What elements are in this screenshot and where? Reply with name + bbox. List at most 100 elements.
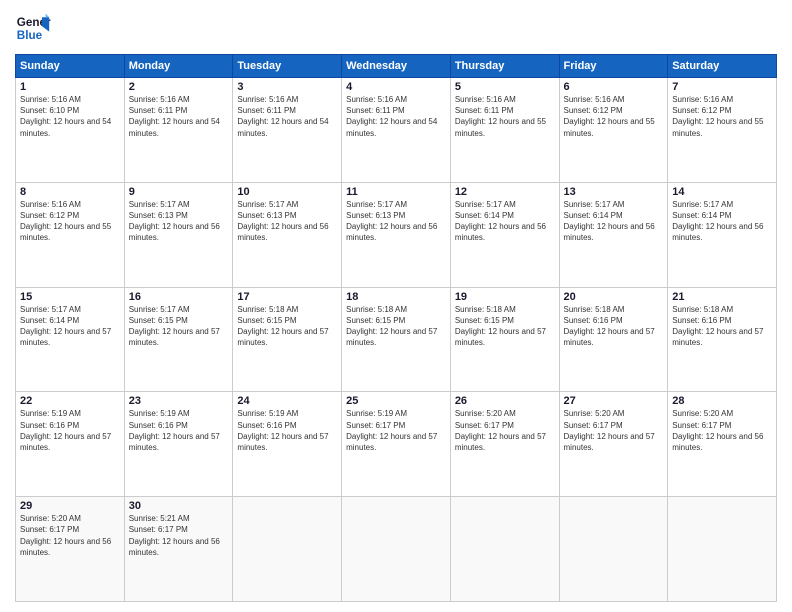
day-number: 1	[20, 81, 120, 93]
day-number: 11	[346, 186, 446, 198]
calendar-body: 1 Sunrise: 5:16 AMSunset: 6:10 PMDayligh…	[16, 78, 777, 602]
calendar-day-cell: 30 Sunrise: 5:21 AMSunset: 6:17 PMDaylig…	[124, 497, 233, 602]
calendar-week-row: 8 Sunrise: 5:16 AMSunset: 6:12 PMDayligh…	[16, 182, 777, 287]
calendar-day-cell: 24 Sunrise: 5:19 AMSunset: 6:16 PMDaylig…	[233, 392, 342, 497]
day-number: 22	[20, 395, 120, 407]
day-number: 25	[346, 395, 446, 407]
day-number: 30	[129, 500, 229, 512]
day-info: Sunrise: 5:17 AMSunset: 6:14 PMDaylight:…	[455, 200, 546, 243]
calendar-day-cell: 19 Sunrise: 5:18 AMSunset: 6:15 PMDaylig…	[450, 287, 559, 392]
calendar-day-cell	[450, 497, 559, 602]
weekday-header-cell: Sunday	[16, 55, 125, 78]
day-number: 15	[20, 291, 120, 303]
weekday-header-cell: Monday	[124, 55, 233, 78]
day-number: 21	[672, 291, 772, 303]
calendar-page: General Blue SundayMondayTuesdayWednesda…	[0, 0, 792, 612]
calendar-day-cell: 6 Sunrise: 5:16 AMSunset: 6:12 PMDayligh…	[559, 78, 668, 183]
calendar-day-cell: 16 Sunrise: 5:17 AMSunset: 6:15 PMDaylig…	[124, 287, 233, 392]
day-number: 3	[237, 81, 337, 93]
weekday-header-cell: Wednesday	[342, 55, 451, 78]
day-number: 14	[672, 186, 772, 198]
day-number: 5	[455, 81, 555, 93]
calendar-day-cell: 25 Sunrise: 5:19 AMSunset: 6:17 PMDaylig…	[342, 392, 451, 497]
day-info: Sunrise: 5:19 AMSunset: 6:17 PMDaylight:…	[346, 409, 437, 452]
calendar-day-cell: 14 Sunrise: 5:17 AMSunset: 6:14 PMDaylig…	[668, 182, 777, 287]
day-info: Sunrise: 5:16 AMSunset: 6:12 PMDaylight:…	[20, 200, 111, 243]
day-info: Sunrise: 5:16 AMSunset: 6:11 PMDaylight:…	[237, 95, 328, 138]
calendar-day-cell: 21 Sunrise: 5:18 AMSunset: 6:16 PMDaylig…	[668, 287, 777, 392]
day-number: 10	[237, 186, 337, 198]
calendar-day-cell	[233, 497, 342, 602]
calendar-week-row: 1 Sunrise: 5:16 AMSunset: 6:10 PMDayligh…	[16, 78, 777, 183]
calendar-day-cell: 29 Sunrise: 5:20 AMSunset: 6:17 PMDaylig…	[16, 497, 125, 602]
day-info: Sunrise: 5:18 AMSunset: 6:16 PMDaylight:…	[672, 305, 763, 348]
calendar-day-cell: 17 Sunrise: 5:18 AMSunset: 6:15 PMDaylig…	[233, 287, 342, 392]
weekday-header-cell: Friday	[559, 55, 668, 78]
day-number: 4	[346, 81, 446, 93]
day-number: 13	[564, 186, 664, 198]
logo: General Blue	[15, 10, 51, 46]
day-info: Sunrise: 5:16 AMSunset: 6:11 PMDaylight:…	[455, 95, 546, 138]
calendar-day-cell: 1 Sunrise: 5:16 AMSunset: 6:10 PMDayligh…	[16, 78, 125, 183]
day-number: 2	[129, 81, 229, 93]
day-number: 8	[20, 186, 120, 198]
day-info: Sunrise: 5:20 AMSunset: 6:17 PMDaylight:…	[455, 409, 546, 452]
day-info: Sunrise: 5:17 AMSunset: 6:13 PMDaylight:…	[129, 200, 220, 243]
day-info: Sunrise: 5:17 AMSunset: 6:15 PMDaylight:…	[129, 305, 220, 348]
day-number: 9	[129, 186, 229, 198]
calendar-day-cell: 2 Sunrise: 5:16 AMSunset: 6:11 PMDayligh…	[124, 78, 233, 183]
day-info: Sunrise: 5:16 AMSunset: 6:11 PMDaylight:…	[346, 95, 437, 138]
calendar-day-cell	[559, 497, 668, 602]
calendar-day-cell: 10 Sunrise: 5:17 AMSunset: 6:13 PMDaylig…	[233, 182, 342, 287]
day-info: Sunrise: 5:17 AMSunset: 6:14 PMDaylight:…	[564, 200, 655, 243]
calendar-day-cell: 7 Sunrise: 5:16 AMSunset: 6:12 PMDayligh…	[668, 78, 777, 183]
calendar-day-cell: 5 Sunrise: 5:16 AMSunset: 6:11 PMDayligh…	[450, 78, 559, 183]
calendar-day-cell: 12 Sunrise: 5:17 AMSunset: 6:14 PMDaylig…	[450, 182, 559, 287]
weekday-header-cell: Tuesday	[233, 55, 342, 78]
calendar-day-cell: 15 Sunrise: 5:17 AMSunset: 6:14 PMDaylig…	[16, 287, 125, 392]
calendar-day-cell: 18 Sunrise: 5:18 AMSunset: 6:15 PMDaylig…	[342, 287, 451, 392]
calendar-day-cell	[342, 497, 451, 602]
weekday-header-row: SundayMondayTuesdayWednesdayThursdayFrid…	[16, 55, 777, 78]
day-number: 26	[455, 395, 555, 407]
day-info: Sunrise: 5:16 AMSunset: 6:11 PMDaylight:…	[129, 95, 220, 138]
day-info: Sunrise: 5:18 AMSunset: 6:15 PMDaylight:…	[455, 305, 546, 348]
calendar-day-cell: 22 Sunrise: 5:19 AMSunset: 6:16 PMDaylig…	[16, 392, 125, 497]
logo-icon: General Blue	[15, 10, 51, 46]
day-info: Sunrise: 5:19 AMSunset: 6:16 PMDaylight:…	[237, 409, 328, 452]
calendar-day-cell: 11 Sunrise: 5:17 AMSunset: 6:13 PMDaylig…	[342, 182, 451, 287]
day-number: 23	[129, 395, 229, 407]
calendar-day-cell: 3 Sunrise: 5:16 AMSunset: 6:11 PMDayligh…	[233, 78, 342, 183]
weekday-header-cell: Thursday	[450, 55, 559, 78]
day-number: 7	[672, 81, 772, 93]
day-number: 24	[237, 395, 337, 407]
day-info: Sunrise: 5:17 AMSunset: 6:14 PMDaylight:…	[20, 305, 111, 348]
calendar-day-cell: 27 Sunrise: 5:20 AMSunset: 6:17 PMDaylig…	[559, 392, 668, 497]
weekday-header-cell: Saturday	[668, 55, 777, 78]
day-number: 16	[129, 291, 229, 303]
day-number: 12	[455, 186, 555, 198]
day-info: Sunrise: 5:18 AMSunset: 6:15 PMDaylight:…	[346, 305, 437, 348]
day-number: 17	[237, 291, 337, 303]
day-info: Sunrise: 5:16 AMSunset: 6:10 PMDaylight:…	[20, 95, 111, 138]
header: General Blue	[15, 10, 777, 46]
day-number: 27	[564, 395, 664, 407]
day-info: Sunrise: 5:17 AMSunset: 6:13 PMDaylight:…	[346, 200, 437, 243]
day-number: 19	[455, 291, 555, 303]
day-number: 18	[346, 291, 446, 303]
day-info: Sunrise: 5:18 AMSunset: 6:16 PMDaylight:…	[564, 305, 655, 348]
day-info: Sunrise: 5:17 AMSunset: 6:13 PMDaylight:…	[237, 200, 328, 243]
day-info: Sunrise: 5:20 AMSunset: 6:17 PMDaylight:…	[672, 409, 763, 452]
calendar-week-row: 15 Sunrise: 5:17 AMSunset: 6:14 PMDaylig…	[16, 287, 777, 392]
calendar-day-cell: 23 Sunrise: 5:19 AMSunset: 6:16 PMDaylig…	[124, 392, 233, 497]
day-number: 29	[20, 500, 120, 512]
calendar-day-cell: 13 Sunrise: 5:17 AMSunset: 6:14 PMDaylig…	[559, 182, 668, 287]
svg-text:Blue: Blue	[17, 29, 43, 42]
calendar-day-cell: 9 Sunrise: 5:17 AMSunset: 6:13 PMDayligh…	[124, 182, 233, 287]
calendar-day-cell: 8 Sunrise: 5:16 AMSunset: 6:12 PMDayligh…	[16, 182, 125, 287]
calendar-day-cell: 20 Sunrise: 5:18 AMSunset: 6:16 PMDaylig…	[559, 287, 668, 392]
day-number: 20	[564, 291, 664, 303]
calendar-day-cell: 28 Sunrise: 5:20 AMSunset: 6:17 PMDaylig…	[668, 392, 777, 497]
calendar-week-row: 29 Sunrise: 5:20 AMSunset: 6:17 PMDaylig…	[16, 497, 777, 602]
day-info: Sunrise: 5:19 AMSunset: 6:16 PMDaylight:…	[20, 409, 111, 452]
